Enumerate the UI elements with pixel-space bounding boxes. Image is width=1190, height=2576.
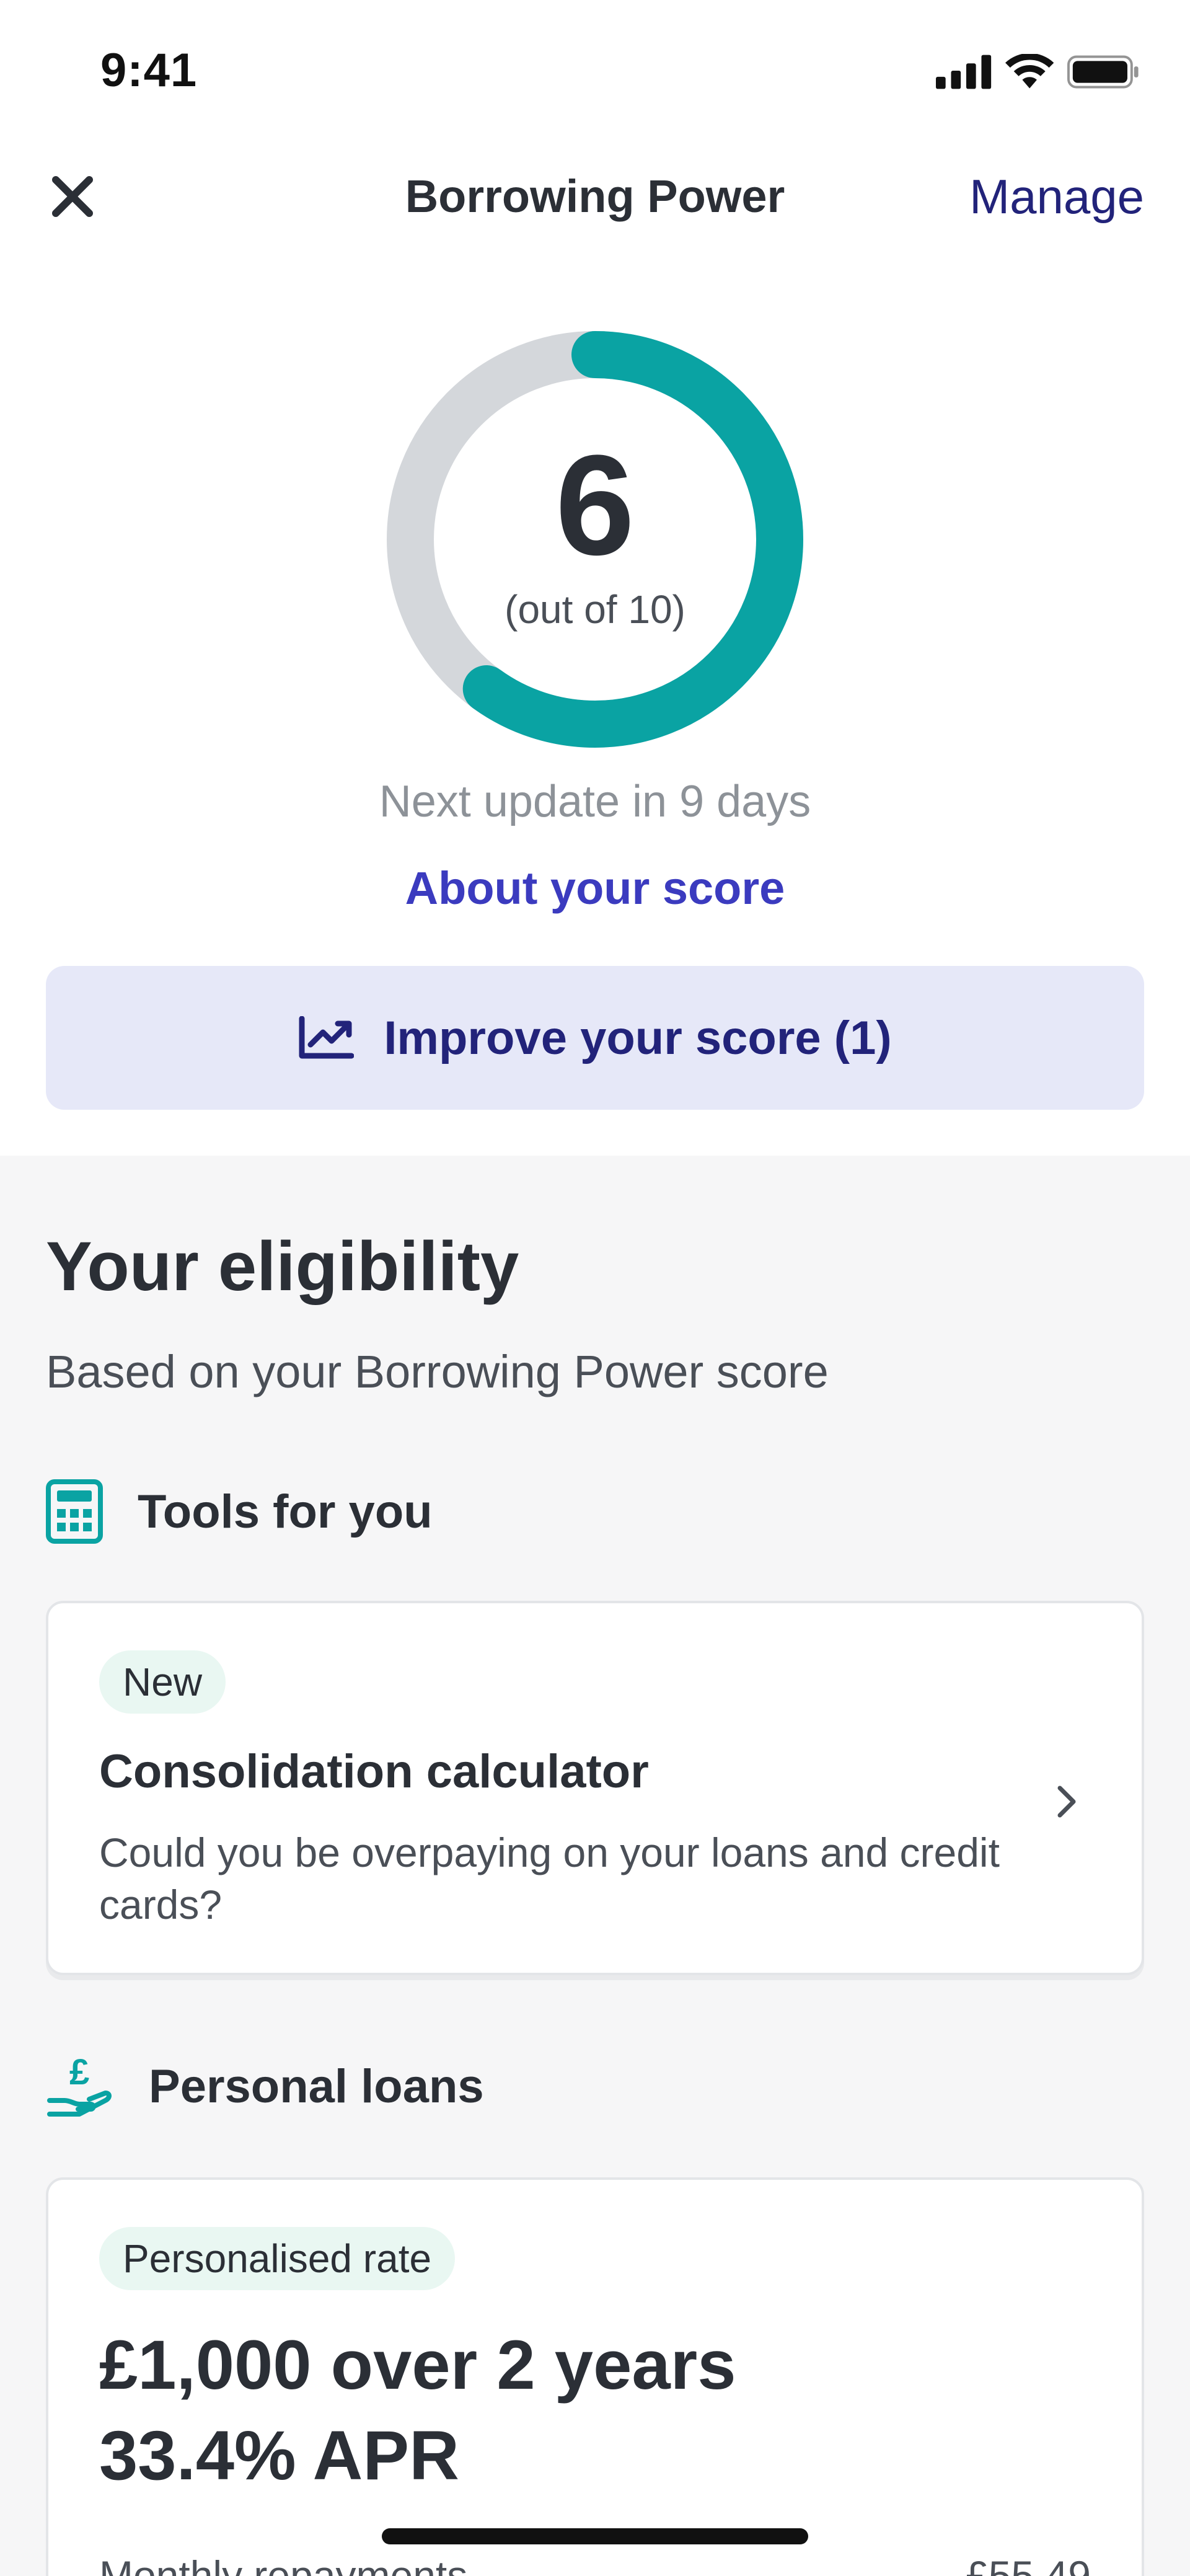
tools-heading-label: Tools for you: [138, 1485, 433, 1538]
tools-section-heading: Tools for you: [46, 1479, 433, 1544]
loans-section-heading: £ Personal loans: [46, 2052, 484, 2120]
repayment-label: Monthly repayments: [99, 2552, 468, 2576]
card-description: Could you be overpaying on your loans an…: [99, 1830, 1000, 1928]
score-value: 6: [555, 425, 635, 585]
about-score-link[interactable]: About your score: [0, 862, 1190, 914]
card-title: Consolidation calculator: [99, 1745, 649, 1798]
eligibility-title: Your eligibility: [46, 1228, 519, 1305]
improve-score-label: Improve your score (1): [384, 1011, 892, 1064]
new-badge: New: [99, 1650, 226, 1714]
trend-chart-icon: [299, 1016, 355, 1059]
next-update-text: Next update in 9 days: [379, 777, 811, 826]
loans-heading-label: Personal loans: [149, 2060, 484, 2113]
personal-loan-card[interactable]: Personalised rate £1,000 over 2 years 33…: [46, 2177, 1144, 2576]
personalised-rate-badge: Personalised rate: [99, 2227, 456, 2290]
pound-hand-icon: £: [47, 2052, 112, 2117]
repayment-value: £55.49: [966, 2552, 1091, 2576]
status-icons: [936, 51, 1140, 93]
loan-apr: 33.4% APR: [99, 2417, 459, 2494]
signal-icon: [936, 55, 992, 89]
battery-icon: [1067, 55, 1139, 89]
chevron-right-icon: [1057, 1786, 1076, 1818]
status-time: 9:41: [100, 44, 198, 97]
eligibility-subtitle: Based on your Borrowing Power score: [46, 1346, 829, 1397]
loan-amount-term: £1,000 over 2 years: [99, 2326, 736, 2404]
improve-score-button[interactable]: Improve your score (1): [46, 966, 1144, 1110]
svg-text:£: £: [69, 2052, 89, 2092]
consolidation-calculator-card[interactable]: New Consolidation calculator Could you b…: [46, 1601, 1144, 1975]
score-out-of: (out of 10): [505, 587, 685, 632]
home-indicator: [382, 2528, 808, 2544]
manage-button[interactable]: Manage: [969, 169, 1144, 225]
calculator-icon: [46, 1479, 103, 1544]
wifi-icon: [1005, 54, 1054, 89]
